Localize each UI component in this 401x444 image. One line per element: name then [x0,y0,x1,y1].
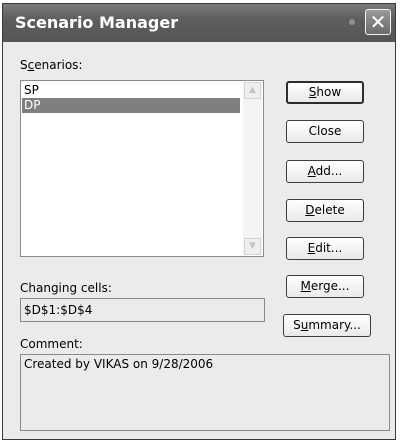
merge-button-rest: erge... [310,279,350,293]
scenarios-label-rest: enarios: [34,58,83,72]
comment-field: Created by VIKAS on 9/28/2006 [20,354,390,431]
dialog-title: Scenario Manager [15,13,179,32]
summary-button-rest: mmary... [308,318,361,332]
add-button-mnemonic: A [307,164,316,178]
scenario-manager-dialog: Scenario Manager ✕ Scenarios: SP DP ▲ ▼ … [2,3,396,440]
close-icon[interactable]: ✕ [365,9,391,35]
comment-label: Comment: [20,337,83,351]
scenarios-label: Scenarios: [20,58,82,72]
edit-button[interactable]: Edit... [286,237,364,260]
scroll-up-arrow-icon[interactable]: ▲ [244,82,261,99]
scroll-down-arrow-icon[interactable]: ▼ [244,238,261,255]
edit-button-rest: dit... [315,241,343,255]
delete-button[interactable]: Delete [286,199,364,222]
changing-cells-label: Changing cells: [20,281,112,295]
list-item-sp[interactable]: SP [22,83,240,98]
merge-button-mnemonic: M [300,279,311,293]
summary-button[interactable]: Summary... [283,314,371,337]
changing-cells-field: $D$1:$D$4 [20,298,265,322]
title-bar-dot [349,19,355,25]
title-bar[interactable]: Scenario Manager ✕ [3,4,395,42]
scenarios-label-prefix: S [20,58,28,72]
scenarios-scrollbar[interactable]: ▲ ▼ [243,82,262,255]
show-button[interactable]: Show [286,81,364,104]
merge-button[interactable]: Merge... [286,275,364,298]
add-button[interactable]: Add... [286,160,364,183]
summary-button-prefix: S [293,318,301,332]
add-button-rest: dd... [315,164,343,178]
delete-button-rest: elete [314,203,345,217]
delete-button-mnemonic: D [305,203,315,217]
scenarios-listbox[interactable]: SP DP ▲ ▼ [20,80,264,257]
show-button-rest: how [316,85,342,99]
close-button[interactable]: Close [286,120,364,143]
list-item-dp[interactable]: DP [22,98,240,113]
